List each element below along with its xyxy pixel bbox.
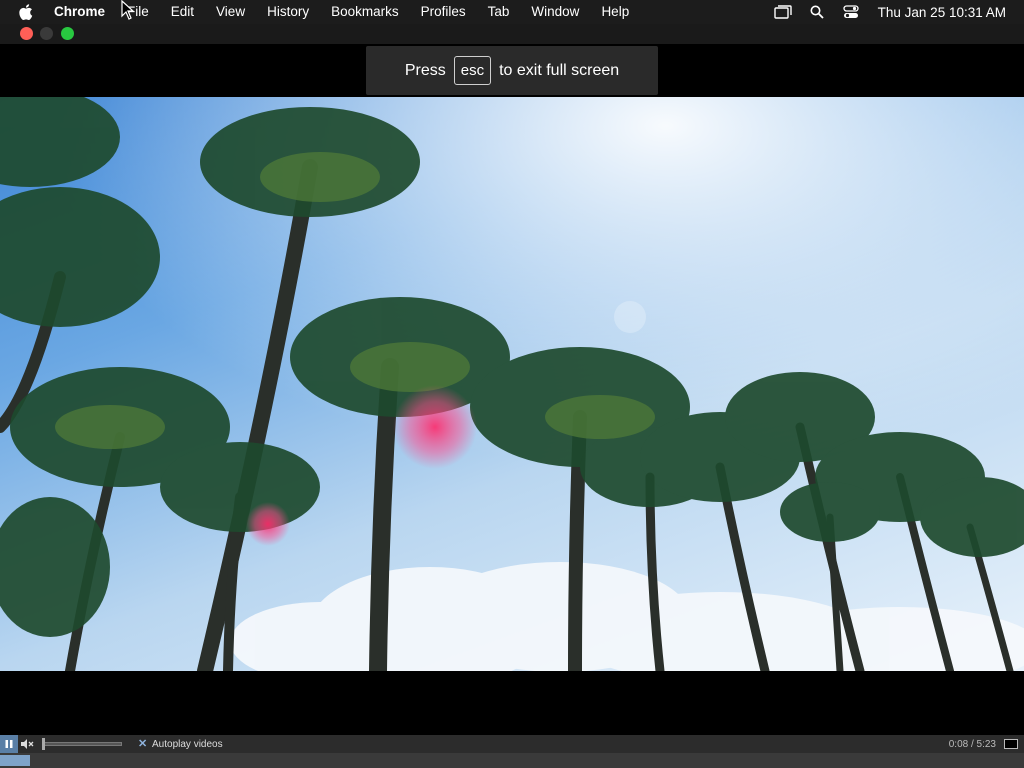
video-controls-bar: ✕ Autoplay videos 0:08 / 5:23 [0, 735, 1024, 753]
mouse-cursor-icon [121, 0, 135, 20]
menu-view[interactable]: View [205, 0, 256, 24]
menu-help[interactable]: Help [590, 0, 640, 24]
video-player-frame[interactable] [0, 97, 1024, 671]
autoplay-label: Autoplay videos [152, 738, 223, 750]
spotlight-search-icon[interactable] [800, 0, 834, 24]
menu-window[interactable]: Window [520, 0, 590, 24]
volume-slider-knob[interactable] [42, 738, 45, 750]
video-progress-bar[interactable] [0, 753, 1024, 768]
apple-menu-icon[interactable] [0, 4, 38, 20]
menu-history[interactable]: History [256, 0, 320, 24]
fullscreen-button[interactable] [1002, 735, 1020, 753]
fullscreen-icon [1004, 739, 1018, 749]
fullscreen-exit-banner: Press esc to exit full screen [366, 46, 658, 95]
menu-edit[interactable]: Edit [160, 0, 205, 24]
window-titlebar [0, 24, 1024, 44]
menubar-status-area: Thu Jan 25 10:31 AM [766, 0, 1024, 24]
macos-menubar: Chrome File Edit View History Bookmarks … [0, 0, 1024, 24]
video-frame-image [0, 97, 1024, 671]
volume-slider[interactable] [42, 738, 122, 750]
menubar-clock[interactable]: Thu Jan 25 10:31 AM [868, 5, 1006, 20]
close-window-button[interactable] [20, 27, 33, 40]
display-icon[interactable] [766, 0, 800, 24]
menu-app-chrome[interactable]: Chrome [38, 0, 116, 24]
pause-icon [5, 740, 13, 748]
autoplay-toggle[interactable]: ✕ Autoplay videos [138, 739, 223, 750]
minimize-window-button[interactable] [40, 27, 53, 40]
banner-prefix: Press [404, 61, 446, 79]
menu-bookmarks[interactable]: Bookmarks [320, 0, 410, 24]
menu-profiles[interactable]: Profiles [410, 0, 477, 24]
control-center-icon[interactable] [834, 0, 868, 24]
menu-tab[interactable]: Tab [477, 0, 521, 24]
video-progress-fill [0, 755, 30, 766]
zoom-window-button[interactable] [61, 27, 74, 40]
esc-key: esc [453, 56, 492, 85]
mute-button[interactable] [18, 735, 36, 753]
banner-suffix: to exit full screen [499, 61, 620, 79]
pause-button[interactable] [0, 735, 18, 753]
muted-speaker-icon [21, 739, 34, 749]
time-display: 0:08 / 5:23 [948, 738, 996, 750]
autoplay-checkbox-icon[interactable]: ✕ [138, 739, 148, 750]
letterbox-bottom [0, 671, 1024, 735]
